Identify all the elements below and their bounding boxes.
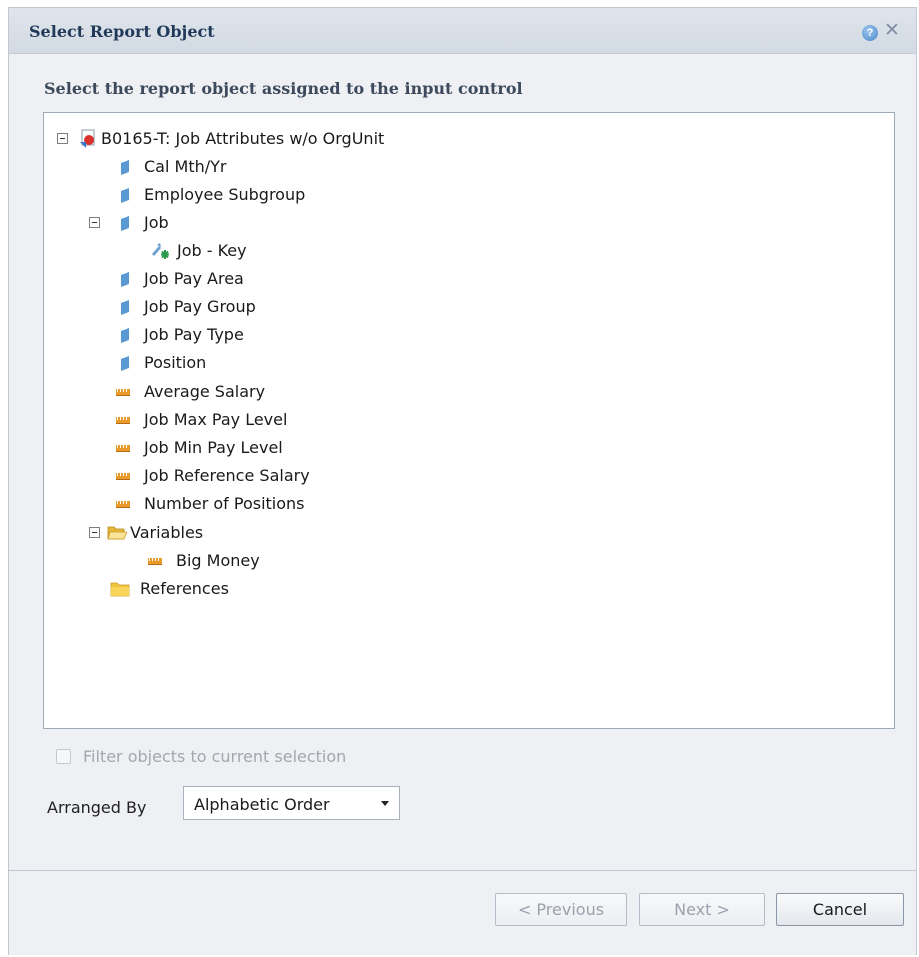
dialog-title: Select Report Object: [29, 22, 215, 41]
tree-node-root[interactable]: B0165-T: Job Attributes w/o OrgUnit: [57, 126, 457, 152]
dimension-icon: [121, 328, 129, 343]
select-report-object-dialog: Select Report Object ? ✕ Select the repo…: [8, 7, 917, 955]
dialog-subtitle: Select the report object assigned to the…: [44, 79, 523, 98]
tree-item[interactable]: Number of Positions: [116, 491, 416, 517]
tree-item-label: Job Min Pay Level: [144, 438, 283, 457]
collapse-toggle-icon[interactable]: [57, 133, 68, 144]
tree-item-job[interactable]: Job: [89, 210, 389, 236]
measure-icon: [148, 558, 162, 565]
folder-icon: [110, 582, 130, 597]
tree-item-label: References: [140, 579, 229, 598]
tree-item[interactable]: Average Salary: [116, 379, 416, 405]
tree-item-label: Cal Mth/Yr: [144, 157, 227, 176]
tree-item[interactable]: Job - Key: [151, 238, 451, 264]
report-icon: [80, 129, 95, 148]
next-button[interactable]: Next >: [639, 893, 765, 926]
tree-item-label: Big Money: [176, 551, 260, 570]
arranged-by-select[interactable]: Alphabetic Order: [183, 786, 400, 820]
tree-item-label: Job Pay Area: [144, 269, 244, 288]
chevron-down-icon: [381, 801, 389, 806]
dimension-icon: [121, 300, 129, 315]
tree-item-label: Job Max Pay Level: [144, 410, 288, 429]
previous-button[interactable]: < Previous: [495, 893, 627, 926]
measure-icon: [116, 473, 130, 480]
cancel-button[interactable]: Cancel: [776, 893, 904, 926]
tree-item[interactable]: Cal Mth/Yr: [121, 154, 421, 180]
filter-checkbox[interactable]: [56, 749, 71, 764]
tree-item-label: Average Salary: [144, 382, 266, 401]
tree-item-label: Job: [144, 213, 169, 232]
tree-item-label: Job Pay Type: [144, 325, 244, 344]
tree-item-label: Job Pay Group: [144, 297, 256, 316]
help-icon[interactable]: ?: [862, 25, 878, 41]
measure-icon: [116, 389, 130, 396]
measure-icon: [116, 445, 130, 452]
tree-item-label: Job Reference Salary: [144, 466, 310, 485]
tree-item[interactable]: References: [110, 576, 410, 602]
arranged-by-value: Alphabetic Order: [194, 795, 330, 814]
open-folder-icon: [107, 526, 127, 540]
tree-item-variables[interactable]: Variables: [89, 520, 389, 546]
footer-divider: [9, 870, 916, 871]
dimension-icon: [121, 272, 129, 287]
tree-item[interactable]: Position: [121, 350, 421, 376]
measure-icon: [116, 501, 130, 508]
tree-item-label: Number of Positions: [144, 494, 305, 513]
key-attribute-icon: [152, 243, 169, 259]
tree-item[interactable]: Job Reference Salary: [116, 463, 416, 489]
tree-item-label: Variables: [130, 523, 204, 542]
tree-node-label: B0165-T: Job Attributes w/o OrgUnit: [101, 129, 385, 148]
close-icon[interactable]: ✕: [884, 21, 900, 41]
filter-label: Filter objects to current selection: [83, 747, 347, 766]
collapse-toggle-icon[interactable]: [89, 217, 100, 228]
measure-icon: [116, 417, 130, 424]
tree-item[interactable]: Job Pay Area: [121, 266, 421, 292]
tree-item[interactable]: Job Pay Group: [121, 294, 421, 320]
tree-item-label: Job - Key: [177, 241, 247, 260]
tree-item[interactable]: Big Money: [148, 548, 448, 574]
dialog-titlebar[interactable]: Select Report Object ? ✕: [9, 8, 916, 54]
tree-item[interactable]: Job Min Pay Level: [116, 435, 416, 461]
tree-item[interactable]: Job Pay Type: [121, 322, 421, 348]
arranged-by-label: Arranged By: [47, 798, 147, 817]
tree-item[interactable]: Employee Subgroup: [121, 182, 421, 208]
tree-item[interactable]: Job Max Pay Level: [116, 407, 416, 433]
dimension-icon: [121, 160, 129, 175]
dimension-icon: [121, 356, 129, 371]
collapse-toggle-icon[interactable]: [89, 527, 100, 538]
dimension-icon: [121, 216, 129, 231]
dimension-icon: [121, 188, 129, 203]
tree-item-label: Position: [144, 353, 207, 372]
tree-item-label: Employee Subgroup: [144, 185, 306, 204]
report-object-tree[interactable]: B0165-T: Job Attributes w/o OrgUnit Cal …: [43, 112, 895, 729]
